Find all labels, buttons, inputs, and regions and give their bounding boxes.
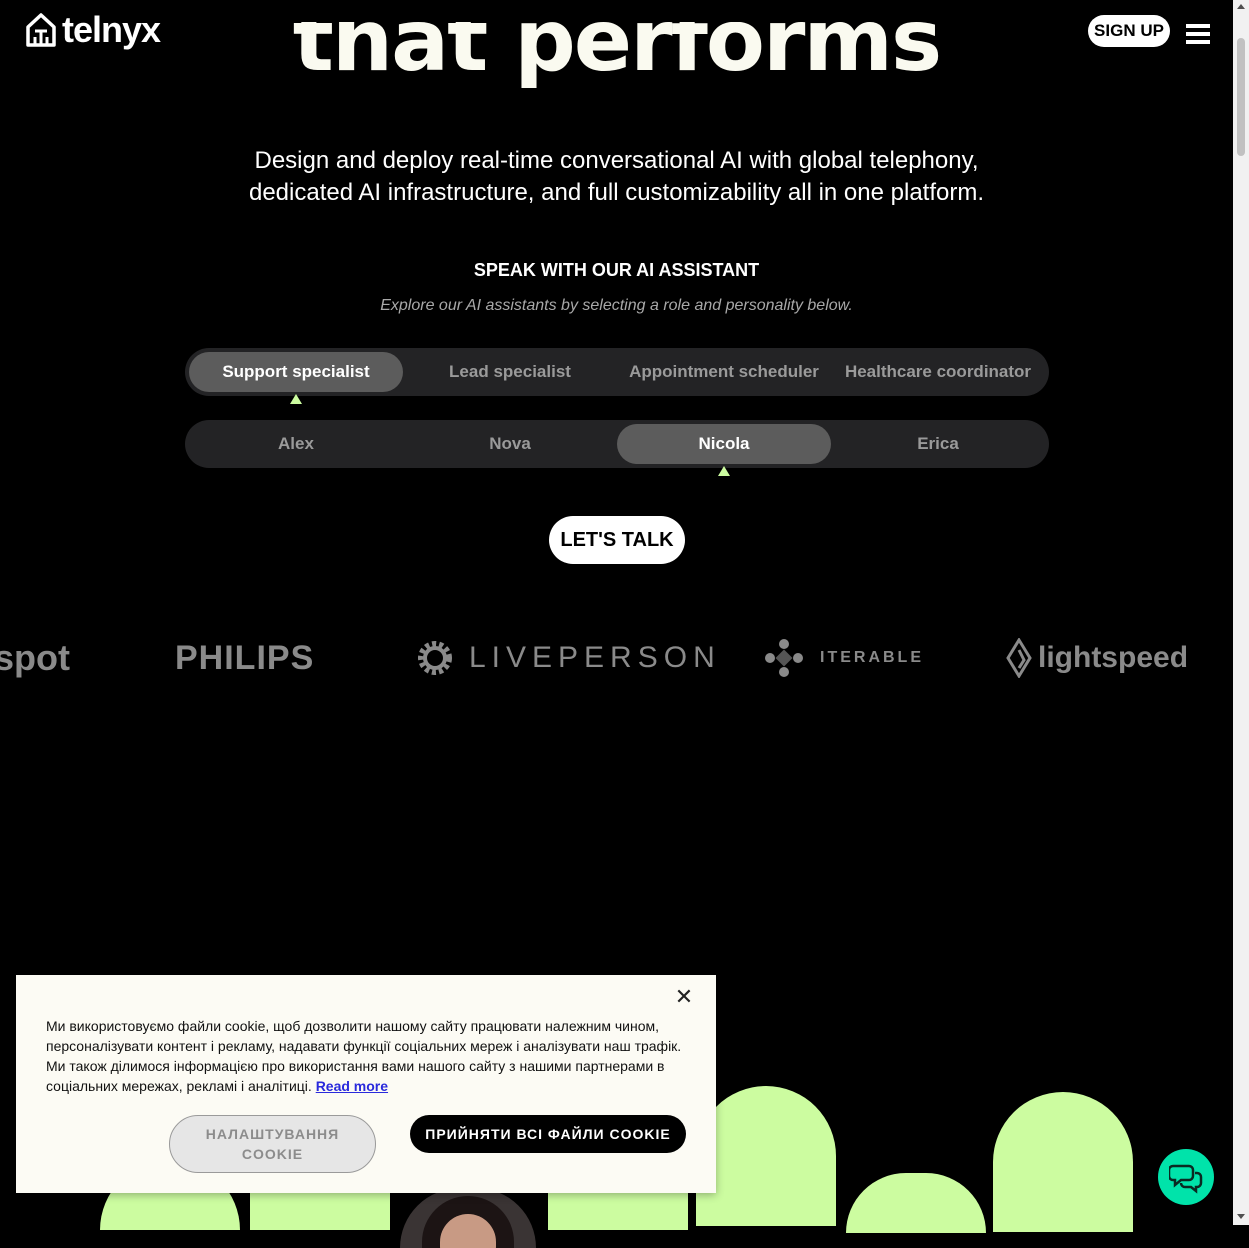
cookie-banner: ✕ Ми використовуємо файли cookie, щоб до… [16, 975, 716, 1193]
role-tab-healthcare-coordinator[interactable]: Healthcare coordinator [831, 352, 1045, 392]
scrollbar-thumb[interactable] [1237, 38, 1245, 156]
voice-tab-nicola[interactable]: Nicola [617, 424, 831, 476]
role-tab-appointment-scheduler[interactable]: Appointment scheduler [617, 352, 831, 392]
lets-talk-button[interactable]: LET'S TALK [549, 516, 685, 564]
role-selector: Support specialist Lead specialist Appoi… [185, 348, 1049, 404]
chat-bubbles-icon [1169, 1164, 1203, 1194]
page-headline: that performs [292, 22, 942, 91]
hubspot-logo: spot [0, 637, 70, 678]
role-tab-lead-specialist[interactable]: Lead specialist [403, 352, 617, 392]
lightspeed-flame-icon [1006, 638, 1032, 678]
cookie-settings-button[interactable]: НАЛАШТУВАННЯ COOKIE [169, 1115, 376, 1173]
cookie-message: Ми використовуємо файли cookie, щоб дозв… [46, 1018, 682, 1094]
voice-tab-nova[interactable]: Nova [403, 424, 617, 464]
iterable-diamond-icon [765, 639, 803, 677]
iterable-logo: ITERABLE [764, 620, 924, 696]
scroll-up-arrow-icon[interactable] [1237, 4, 1245, 9]
close-icon[interactable]: ✕ [674, 986, 694, 1008]
hero-subtitle: Design and deploy real-time conversation… [0, 145, 1233, 209]
philips-logo: PHILIPS [175, 638, 315, 677]
voice-selector: Alex Nova Nicola Erica [185, 420, 1049, 476]
decorative-shape [696, 1086, 836, 1226]
selection-pointer-icon [290, 394, 302, 404]
selection-pointer-icon [718, 466, 730, 476]
liveperson-logo: LIVEPERSON [415, 620, 721, 696]
chat-widget-button[interactable] [1158, 1149, 1214, 1205]
accept-all-cookies-button[interactable]: ПРИЙНЯТИ ВСІ ФАЙЛИ COOKIE [410, 1115, 686, 1153]
lightspeed-logo: lightspeed [1006, 620, 1188, 696]
decorative-shape [993, 1092, 1133, 1232]
scroll-down-arrow-icon[interactable] [1237, 1214, 1245, 1219]
assistant-section-title: SPEAK WITH OUR AI ASSISTANT [473, 260, 760, 280]
customer-logos-carousel: spot PHILIPS LIVEPERSON ITERABLE lightsp… [0, 620, 1233, 696]
hero-subtitle-line-2: dedicated AI infrastructure, and full cu… [248, 179, 985, 206]
assistant-avatar [400, 1188, 536, 1248]
assistant-section-subtitle: Explore our AI assistants by selecting a… [380, 297, 853, 314]
hero-subtitle-line-1: Design and deploy real-time conversation… [254, 147, 979, 174]
voice-tab-erica[interactable]: Erica [831, 424, 1045, 464]
role-tab-support-specialist[interactable]: Support specialist [189, 352, 403, 404]
page-scrollbar[interactable] [1233, 0, 1249, 1225]
liveperson-gear-icon [418, 641, 452, 675]
voice-tab-alex[interactable]: Alex [189, 424, 403, 464]
decorative-shape [846, 1173, 986, 1233]
read-more-link[interactable]: Read more [316, 1078, 388, 1094]
